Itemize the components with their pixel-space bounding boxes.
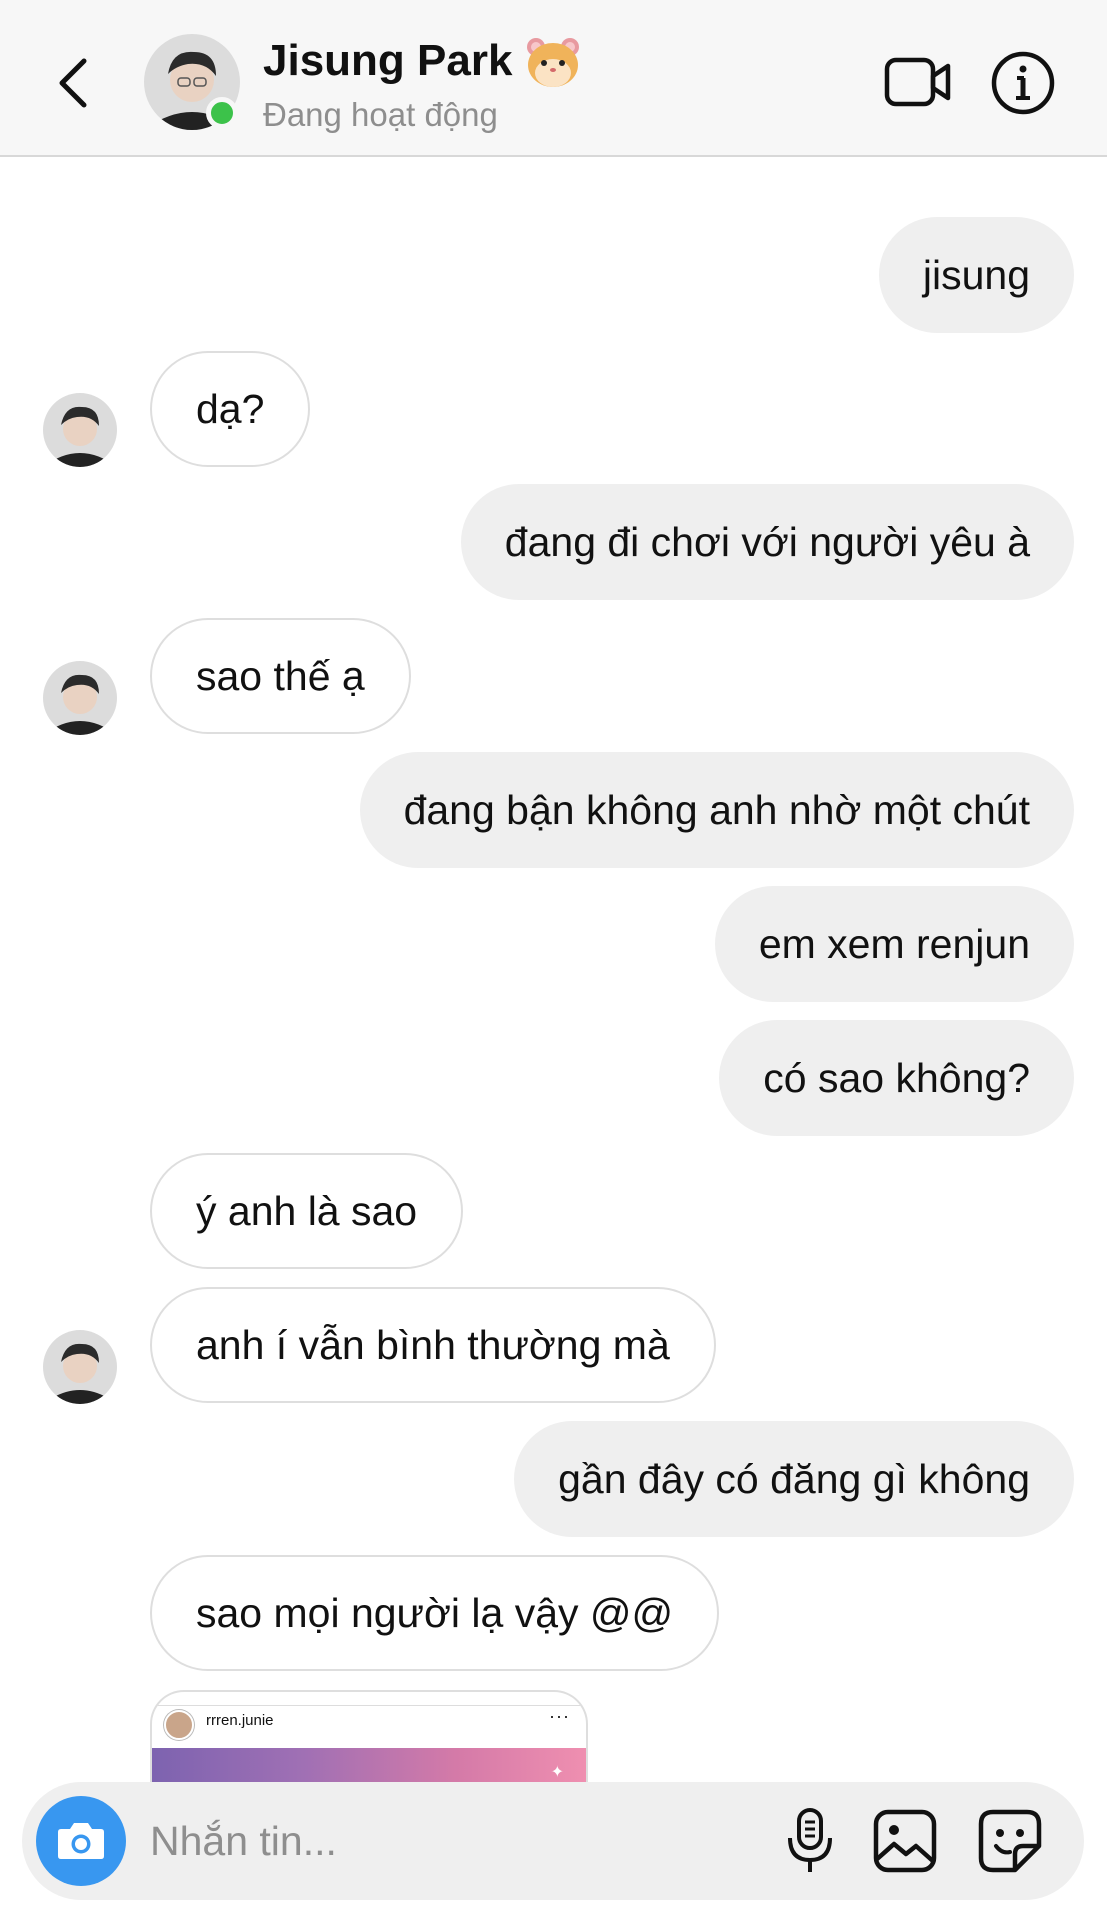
online-status-dot (206, 97, 238, 129)
incoming-message[interactable]: sao mọi người lạ vậy @@ (150, 1555, 720, 1671)
post-username: rrren.junie (206, 1712, 274, 1729)
sticker-icon[interactable] (977, 1808, 1043, 1874)
post-top-divider (152, 1692, 586, 1706)
incoming-message[interactable]: dạ? (150, 351, 311, 467)
info-icon[interactable] (990, 50, 1056, 116)
incoming-message[interactable]: anh í vẫn bình thường mà (150, 1287, 716, 1403)
incoming-message[interactable]: sao thế ạ (150, 618, 411, 734)
active-status: Đang hoạt động (263, 96, 498, 133)
outgoing-message[interactable]: em xem renjun (714, 886, 1074, 1002)
message-composer (22, 1782, 1084, 1900)
contact-name[interactable]: Jisung Park (263, 36, 512, 86)
back-arrow-icon[interactable] (52, 55, 92, 111)
outgoing-message[interactable]: có sao không? (719, 1020, 1074, 1136)
contact-avatar[interactable] (43, 1330, 117, 1404)
outgoing-message[interactable]: gần đây có đăng gì không (514, 1421, 1074, 1537)
post-author-avatar (164, 1710, 194, 1740)
contact-avatar[interactable] (43, 661, 117, 735)
outgoing-message[interactable]: đang bận không anh nhờ một chút (359, 752, 1074, 868)
sparkle-icon: ✦ (550, 1764, 564, 1781)
hamster-emoji-icon (527, 38, 579, 87)
camera-icon (58, 1823, 104, 1859)
outgoing-message[interactable]: đang đi chơi với người yêu à (460, 484, 1074, 600)
microphone-icon[interactable] (782, 1806, 838, 1876)
message-input[interactable] (150, 1810, 620, 1872)
outgoing-message[interactable]: jisung (878, 217, 1074, 333)
post-more-icon[interactable]: ··· (549, 1706, 570, 1727)
camera-button[interactable] (36, 1796, 126, 1886)
chat-header: Jisung Park Đang hoạt động (0, 0, 1107, 157)
video-call-icon[interactable] (884, 54, 952, 110)
incoming-message[interactable]: ý anh là sao (150, 1153, 464, 1269)
gallery-icon[interactable] (872, 1808, 938, 1874)
contact-avatar[interactable] (43, 393, 117, 467)
